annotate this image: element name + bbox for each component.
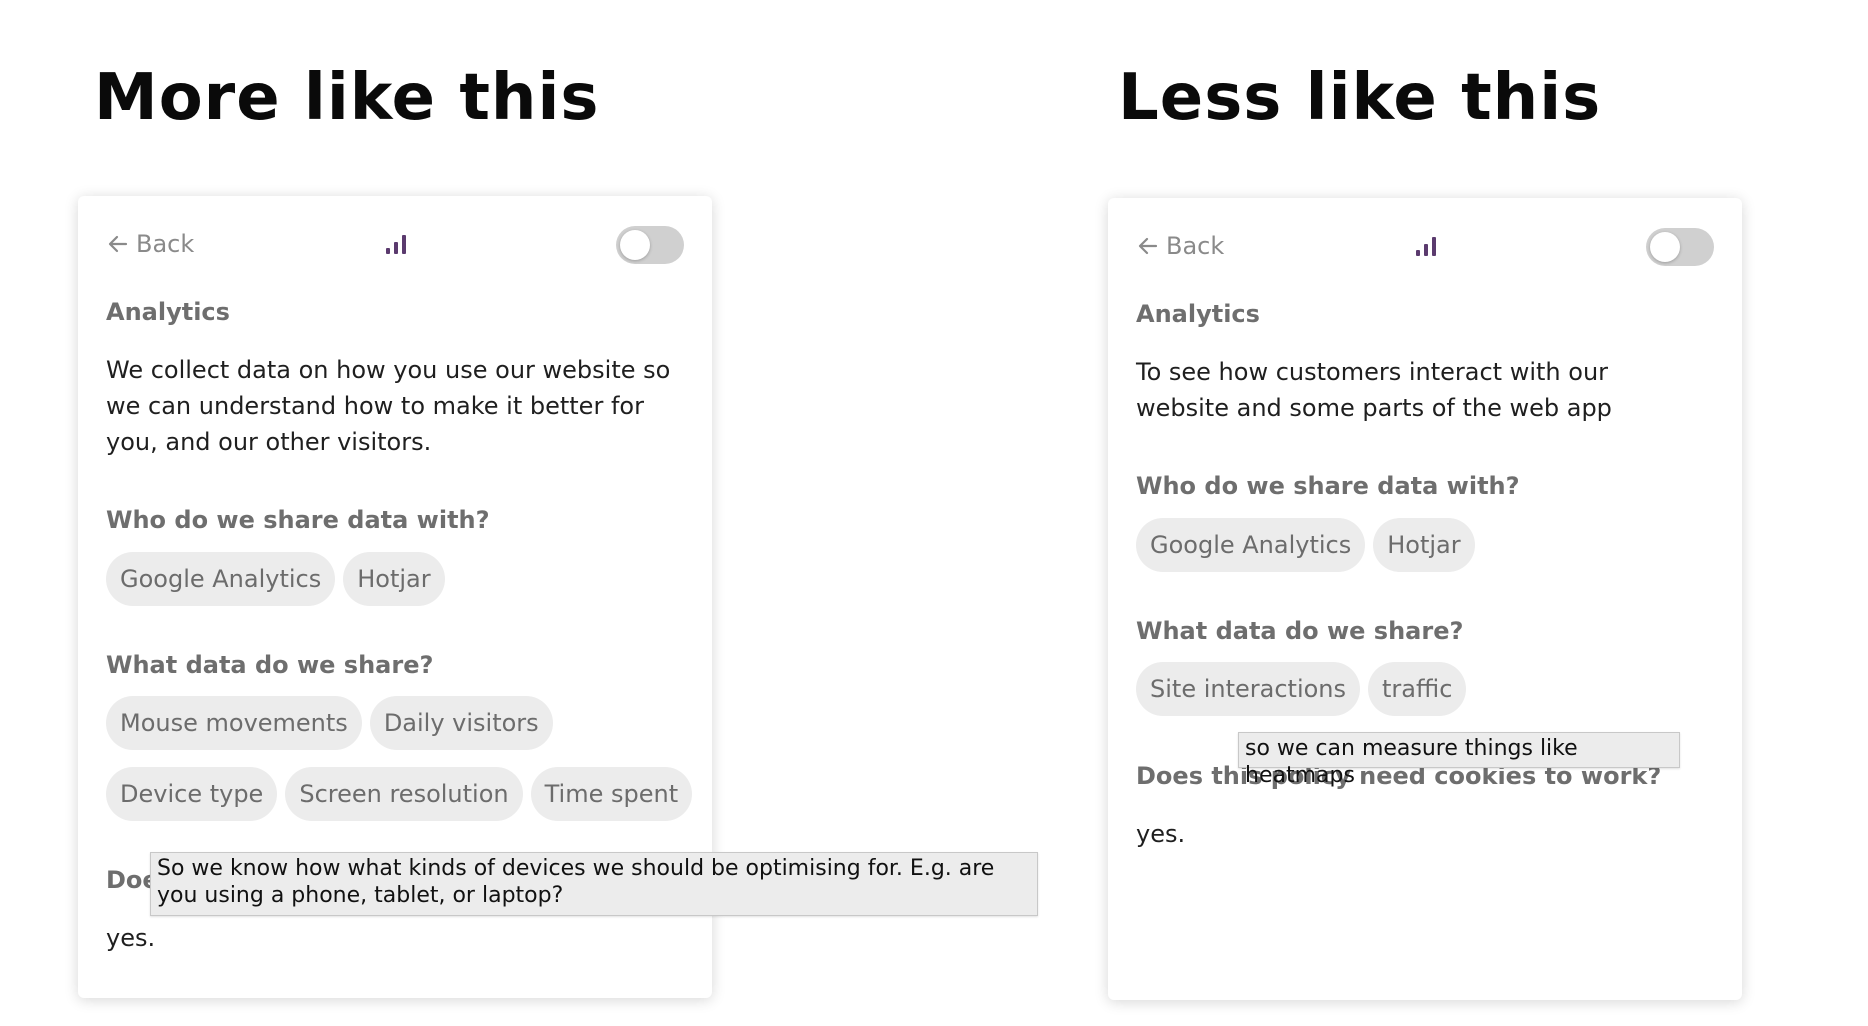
analytics-icon (1416, 237, 1436, 256)
description: We collect data on how you use our websi… (106, 356, 671, 456)
share-with-title: Who do we share data with? (1136, 472, 1520, 500)
chip-daily-visitors[interactable]: Daily visitors (369, 696, 553, 750)
toggle-knob (1650, 232, 1680, 262)
section-title: Analytics (1136, 300, 1260, 328)
analytics-toggle[interactable] (616, 226, 684, 264)
section-title: Analytics (106, 298, 230, 326)
chip-hotjar[interactable]: Hotjar (1373, 518, 1475, 572)
toggle-knob (620, 230, 650, 260)
data-chips-row-2: Device type Screen resolution Time spent (106, 767, 693, 821)
tooltip-device-type: So we know how what kinds of devices we … (150, 852, 1038, 916)
share-with-title: Who do we share data with? (106, 506, 490, 534)
data-chips-row-1: Mouse movements Daily visitors (106, 696, 553, 750)
analytics-card-bad: Back Analytics To see how customers inte… (1108, 198, 1742, 1000)
cookies-answer: yes. (1136, 820, 1186, 848)
back-label: Back (1166, 232, 1225, 260)
back-button[interactable]: Back (1136, 232, 1224, 260)
chip-mouse-movements[interactable]: Mouse movements (106, 696, 362, 750)
chip-google-analytics[interactable]: Google Analytics (106, 552, 336, 606)
chip-google-analytics[interactable]: Google Analytics (1136, 518, 1366, 572)
analytics-icon (386, 235, 406, 254)
heading-more-like-this: More like this (94, 61, 600, 135)
chip-hotjar[interactable]: Hotjar (343, 552, 445, 606)
chip-traffic[interactable]: traffic (1368, 662, 1467, 716)
heading-less-like-this: Less like this (1118, 61, 1602, 135)
chip-time-spent[interactable]: Time spent (530, 767, 693, 821)
cookies-answer: yes. (106, 924, 156, 952)
share-with-chips: Google Analytics Hotjar (106, 552, 445, 606)
chip-device-type[interactable]: Device type (106, 767, 278, 821)
share-with-chips: Google Analytics Hotjar (1136, 518, 1475, 572)
description: To see how customers interact with our w… (1136, 358, 1612, 422)
data-chips-row-1: Site interactions traffic (1136, 662, 1467, 716)
back-label: Back (136, 230, 195, 258)
tooltip-site-interactions: so we can measure things like heatmaps (1238, 732, 1680, 788)
analytics-toggle[interactable] (1646, 228, 1714, 266)
arrow-left-icon (1138, 237, 1158, 255)
data-title: What data do we share? (1136, 617, 1464, 645)
arrow-left-icon (108, 235, 128, 253)
chip-screen-resolution[interactable]: Screen resolution (285, 767, 523, 821)
back-button[interactable]: Back (106, 230, 194, 258)
data-title: What data do we share? (106, 651, 434, 679)
chip-site-interactions[interactable]: Site interactions (1136, 662, 1361, 716)
